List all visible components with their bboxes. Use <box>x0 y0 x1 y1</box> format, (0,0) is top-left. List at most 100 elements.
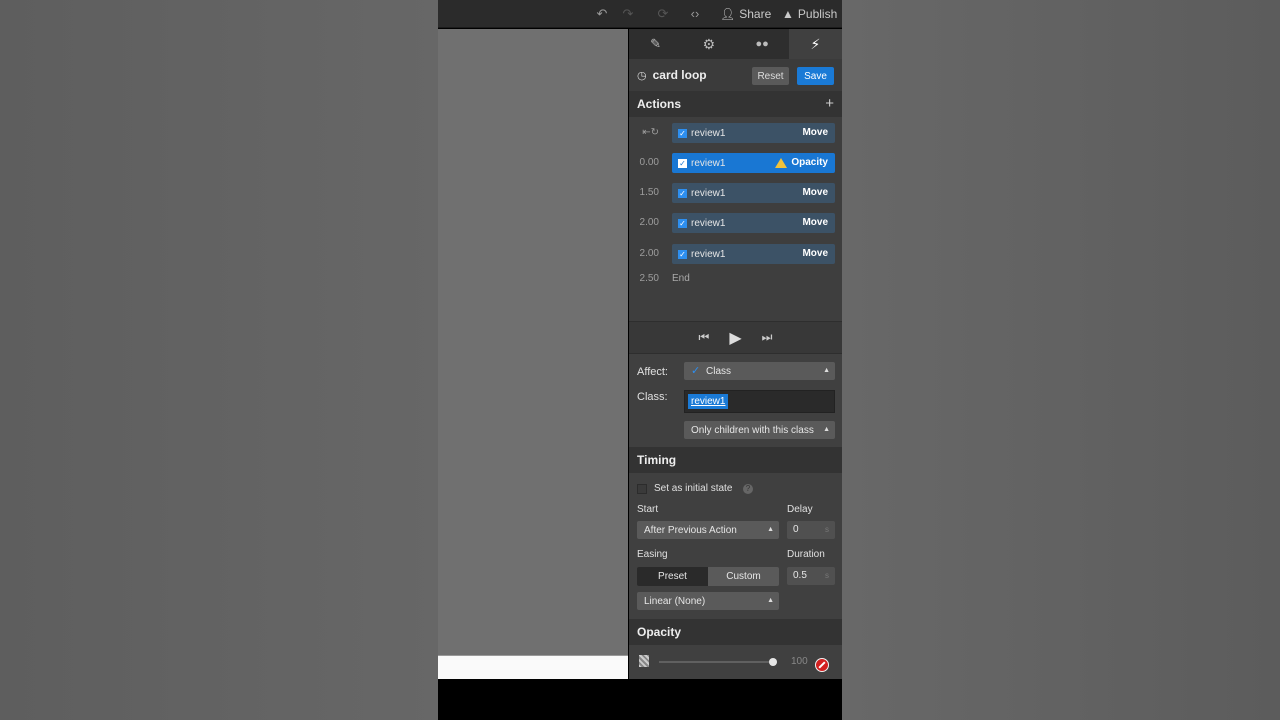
designer-app: ↶ ↷ ⟳ ‹› 👤︎ Share ▲ Publish ✎ ⚙ ●● ⚡︎ ◷ … <box>438 0 842 720</box>
action-pill[interactable]: ✓ review1 Move <box>672 183 835 203</box>
initial-state-label: Set as initial state <box>654 483 733 494</box>
check-icon: ✓ <box>691 364 701 377</box>
prohibited-icon[interactable] <box>815 658 829 672</box>
select-arrows-icon: ▲ <box>767 526 774 533</box>
class-input[interactable]: review1 <box>684 390 835 413</box>
redo-icon[interactable]: ↷ <box>619 5 637 23</box>
easing-mode-toggle: Preset Custom <box>637 567 779 586</box>
background-right <box>842 0 1280 720</box>
check-icon[interactable]: ✓ <box>678 158 687 168</box>
preset-tab[interactable]: Preset <box>637 567 708 586</box>
duration-unit: s <box>825 571 829 580</box>
user-icon: 👤︎ <box>720 7 736 21</box>
undo-icon[interactable]: ↶ <box>593 5 611 23</box>
end-label: End <box>672 273 690 284</box>
tab-symbols[interactable]: ●● <box>736 29 789 59</box>
action-time: 1.50 <box>639 187 659 198</box>
start-value: After Previous Action <box>644 524 737 536</box>
scope-select[interactable]: Only children with this class ▲ <box>684 421 835 439</box>
interactions-panel: ✎ ⚙ ●● ⚡︎ ◷ card loop Reset Save Actions… <box>629 29 842 679</box>
action-pill-selected[interactable]: ✓ review1 Opacity <box>672 153 835 173</box>
play-icon[interactable]: ▶︎ <box>729 328 741 348</box>
action-type: Move <box>802 248 828 259</box>
select-arrows-icon: ▲ <box>823 426 830 433</box>
background-left <box>0 0 438 720</box>
start-select[interactable]: After Previous Action ▲ <box>637 521 779 539</box>
check-icon[interactable]: ✓ <box>678 218 687 228</box>
action-pill[interactable]: ✓ review1 Move <box>672 123 835 143</box>
playback-controls: ⏮︎ ▶︎ ⏭︎ <box>629 321 842 354</box>
loop-control-icon[interactable]: ⇤↻ <box>629 121 669 145</box>
skip-back-icon[interactable]: ⏮︎ <box>699 330 710 345</box>
action-time: 2.00 <box>639 248 659 259</box>
select-arrows-icon: ▲ <box>767 597 774 604</box>
action-row[interactable]: ⇤↻ ✓ review1 Move <box>629 121 842 145</box>
actions-timeline: ⇤↻ ✓ review1 Move 0.00 ✓ review1 Opacity <box>629 117 842 321</box>
tab-style[interactable]: ✎ <box>629 29 682 59</box>
check-icon[interactable]: ✓ <box>678 188 687 198</box>
action-time: 2.00 <box>639 217 659 228</box>
affect-select[interactable]: ✓ Class ▲ <box>684 362 835 380</box>
action-row[interactable]: 2.00 ✓ review1 Move <box>629 242 842 266</box>
actions-header: Actions + <box>629 91 842 117</box>
start-label: Start <box>637 504 659 515</box>
info-icon[interactable]: ? <box>743 484 753 494</box>
action-target: review1 <box>691 187 726 199</box>
clock-icon: ◷ <box>637 69 647 82</box>
share-button[interactable]: 👤︎ Share <box>720 4 771 24</box>
action-pill[interactable]: ✓ review1 Move <box>672 213 835 233</box>
affect-label: Affect: <box>637 366 668 378</box>
action-type: Move <box>802 127 828 138</box>
custom-tab[interactable]: Custom <box>708 567 779 586</box>
lightning-icon: ⚡︎ <box>810 35 821 52</box>
add-action-icon[interactable]: + <box>825 95 834 112</box>
save-button[interactable]: Save <box>797 67 834 85</box>
check-icon[interactable]: ✓ <box>678 249 687 259</box>
easing-label: Easing <box>637 549 668 560</box>
action-row[interactable]: 1.50 ✓ review1 Move <box>629 181 842 205</box>
class-token[interactable]: review1 <box>688 394 729 409</box>
duration-input[interactable]: 0.5 s <box>787 567 835 585</box>
opacity-slider-handle[interactable] <box>769 658 777 666</box>
select-arrows-icon: ▲ <box>823 367 830 374</box>
action-time: 0.00 <box>639 157 659 168</box>
class-label: Class: <box>637 391 668 403</box>
reset-button[interactable]: Reset <box>752 67 789 85</box>
publish-button[interactable]: ▲ Publish <box>782 4 837 24</box>
opacity-control: 100 <box>629 645 842 679</box>
gear-icon: ⚙ <box>702 35 716 52</box>
action-row[interactable]: 2.00 ✓ review1 Move <box>629 211 842 235</box>
top-toolbar: ↶ ↷ ⟳ ‹› 👤︎ Share ▲ Publish <box>438 0 842 28</box>
code-icon[interactable]: ‹› <box>686 5 704 23</box>
action-type: Move <box>802 217 828 228</box>
scope-value: Only children with this class <box>691 424 814 436</box>
transparency-icon <box>639 655 649 667</box>
share-label: Share <box>739 7 772 21</box>
opacity-header: Opacity <box>629 619 842 645</box>
tab-interactions[interactable]: ⚡︎ <box>788 29 842 59</box>
publish-icon: ▲ <box>782 7 794 21</box>
delay-label: Delay <box>787 504 813 515</box>
action-row[interactable]: 0.00 ✓ review1 Opacity <box>629 151 842 175</box>
warning-icon <box>775 158 788 168</box>
check-icon[interactable]: ✓ <box>678 128 687 138</box>
bottom-letterbox <box>438 679 842 720</box>
action-target: review1 <box>691 157 726 169</box>
delay-unit: s <box>825 525 829 534</box>
easing-select[interactable]: Linear (None) ▲ <box>637 592 779 610</box>
initial-state-checkbox[interactable] <box>637 484 647 494</box>
action-target: review1 <box>691 217 726 229</box>
tab-settings[interactable]: ⚙ <box>682 29 735 59</box>
drops-icon: ●● <box>755 38 769 50</box>
skip-forward-icon[interactable]: ⏭︎ <box>762 330 773 345</box>
opacity-slider[interactable] <box>659 658 777 666</box>
action-type: Move <box>802 187 828 198</box>
delay-value: 0 <box>793 524 799 535</box>
refresh-icon[interactable]: ⟳ <box>654 5 672 23</box>
interaction-title: card loop <box>652 68 707 82</box>
timing-title: Timing <box>637 453 677 467</box>
action-pill[interactable]: ✓ review1 Move <box>672 244 835 264</box>
timing-header: Timing <box>629 447 842 473</box>
design-canvas[interactable] <box>438 29 628 679</box>
delay-input[interactable]: 0 s <box>787 521 835 539</box>
